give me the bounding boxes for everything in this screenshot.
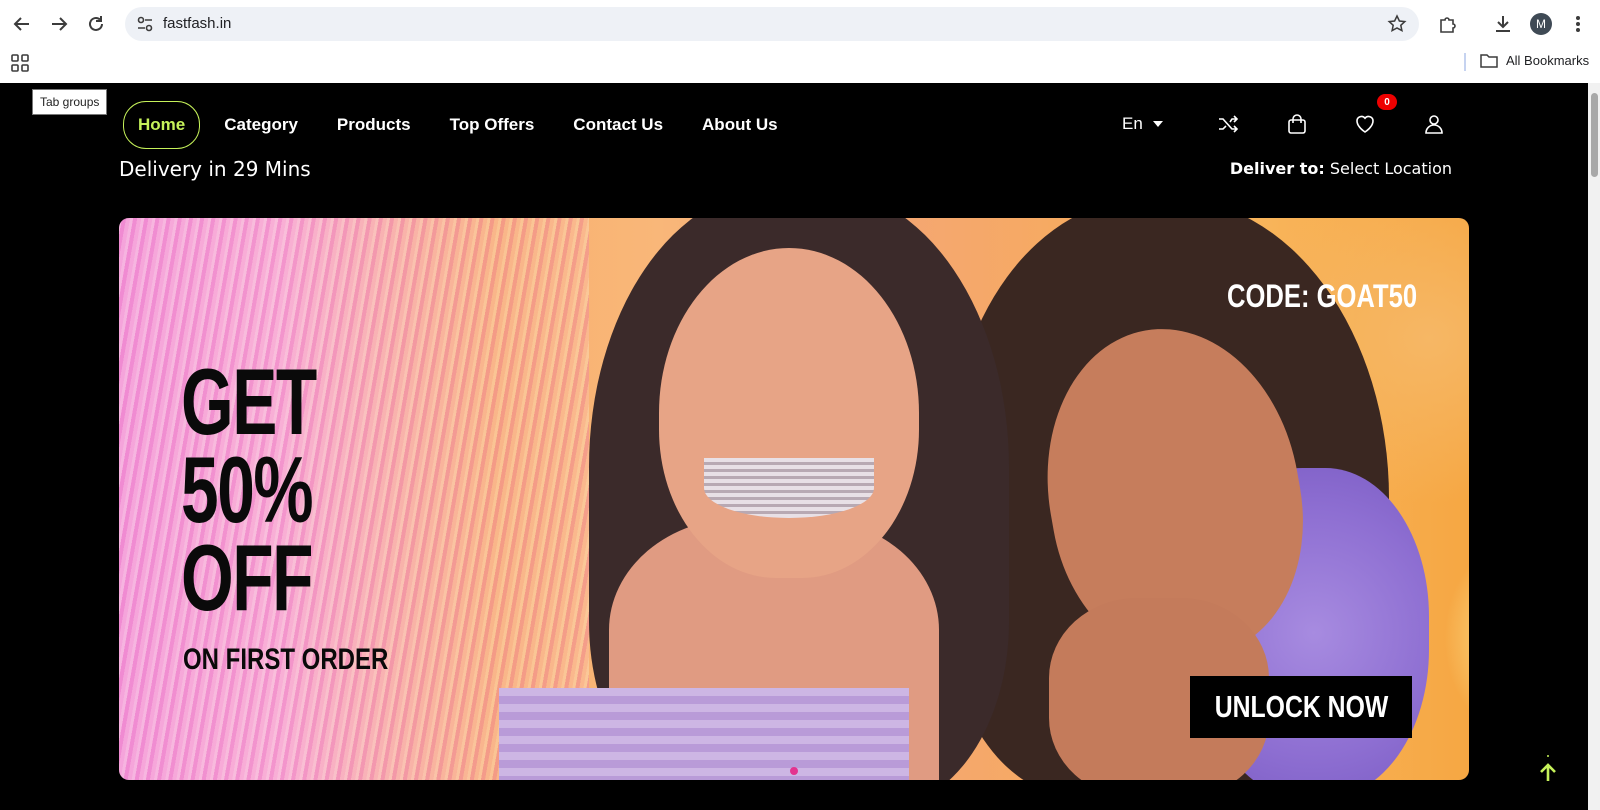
- main-nav: Home Category Products Top Offers Contac…: [123, 101, 817, 149]
- browser-toolbar: fastfash.in M All Bookmarks: [0, 0, 1600, 83]
- unlock-now-label: UNLOCK NOW: [1214, 689, 1388, 724]
- nav-products[interactable]: Products: [337, 115, 411, 135]
- promo-headline: GET 50% OFF: [181, 349, 317, 630]
- all-bookmarks-label: All Bookmarks: [1506, 52, 1590, 68]
- hero-banner[interactable]: GET 50% OFF ON FIRST ORDER CODE: GOAT50 …: [119, 218, 1469, 780]
- back-button[interactable]: [8, 10, 36, 38]
- puzzle-icon: [1440, 17, 1456, 33]
- banner-photo-choker: [704, 458, 874, 518]
- site-page: Home Category Products Top Offers Contac…: [0, 83, 1588, 810]
- downloads-button[interactable]: [1491, 12, 1515, 36]
- unlock-now-button[interactable]: UNLOCK NOW: [1190, 676, 1412, 738]
- promo-headline-line: GET: [181, 349, 317, 454]
- reload-button[interactable]: [82, 10, 110, 38]
- banner-photo-dress: [499, 688, 909, 780]
- promo-headline-line: OFF: [181, 525, 313, 630]
- nav-category[interactable]: Category: [224, 115, 298, 135]
- nav-top-offers[interactable]: Top Offers: [450, 115, 535, 135]
- bookmark-star-icon[interactable]: [1387, 14, 1407, 34]
- scrollbar-thumb[interactable]: [1591, 93, 1598, 177]
- reload-icon: [89, 16, 103, 31]
- carousel-dot-active[interactable]: [790, 767, 798, 775]
- browser-menu-button[interactable]: [1566, 12, 1590, 36]
- promo-subline: ON FIRST ORDER: [183, 643, 389, 676]
- profile-avatar[interactable]: M: [1530, 13, 1552, 35]
- user-icon[interactable]: [1422, 112, 1446, 136]
- wishlist-count-badge: 0: [1377, 94, 1397, 110]
- deliver-to-location[interactable]: Deliver to: Select Location: [1230, 159, 1452, 178]
- nav-home[interactable]: Home: [123, 101, 201, 149]
- nav-contact-us[interactable]: Contact Us: [573, 115, 663, 135]
- page-scrollbar[interactable]: [1588, 83, 1600, 810]
- scroll-to-top-icon[interactable]: [1536, 753, 1560, 783]
- tab-groups-tooltip: Tab groups: [32, 89, 108, 115]
- forward-arrow-icon: [52, 17, 68, 31]
- site-info-icon[interactable]: [135, 14, 155, 34]
- folder-icon: [1480, 54, 1498, 68]
- url-text[interactable]: fastfash.in: [163, 15, 231, 32]
- kebab-menu-icon: [1576, 16, 1580, 32]
- shopping-bag-icon[interactable]: [1285, 112, 1309, 136]
- heart-icon[interactable]: [1353, 112, 1377, 136]
- download-icon: [1496, 16, 1510, 32]
- nav-about-us[interactable]: About Us: [702, 115, 778, 135]
- bookmarks-divider: [1464, 53, 1466, 71]
- back-arrow-icon: [13, 17, 29, 31]
- tab-groups-icon[interactable]: [8, 51, 32, 75]
- promo-headline-line: 50%: [181, 437, 314, 542]
- language-selector[interactable]: En: [1122, 114, 1163, 134]
- deliver-to-label: Deliver to:: [1229, 159, 1325, 178]
- delivery-time-text: Delivery in 29 Mins: [119, 157, 311, 181]
- extensions-button[interactable]: [1436, 12, 1460, 36]
- shuffle-icon[interactable]: [1216, 112, 1240, 136]
- banner-photo-face-left: [659, 248, 919, 578]
- forward-button[interactable]: [45, 10, 73, 38]
- caret-down-icon: [1152, 121, 1163, 127]
- promo-code: CODE: GOAT50: [1227, 278, 1418, 314]
- language-label: En: [1122, 114, 1143, 133]
- all-bookmarks-button[interactable]: All Bookmarks: [1480, 52, 1589, 68]
- deliver-to-value[interactable]: Select Location: [1330, 159, 1452, 178]
- address-bar[interactable]: fastfash.in: [125, 7, 1419, 41]
